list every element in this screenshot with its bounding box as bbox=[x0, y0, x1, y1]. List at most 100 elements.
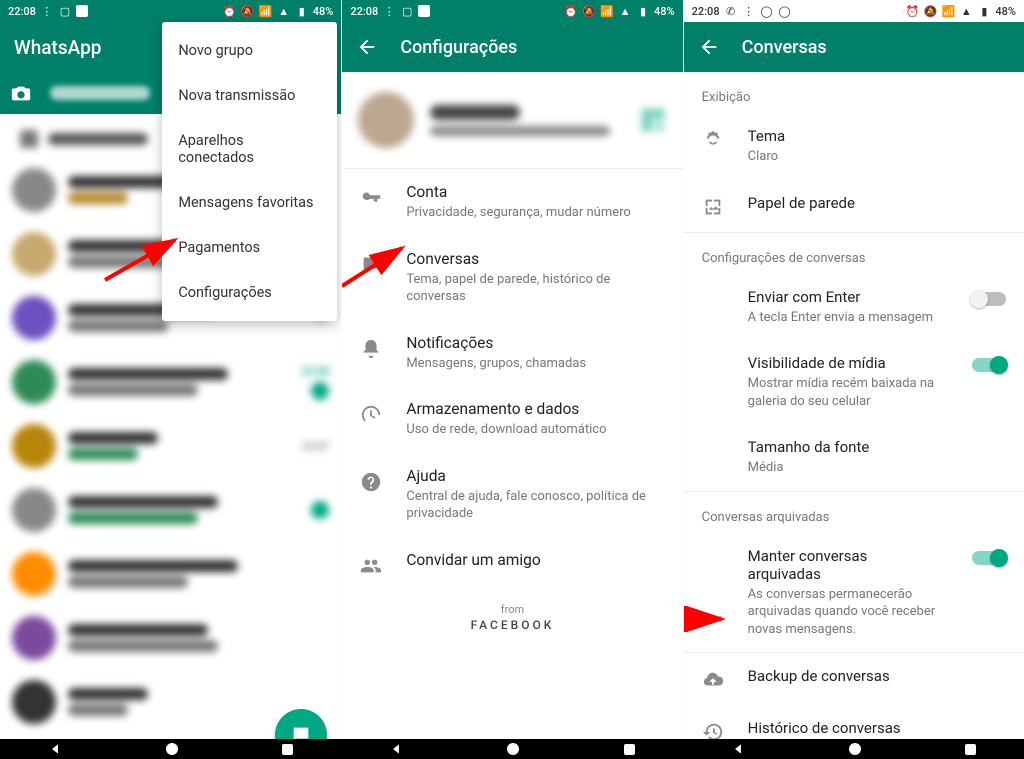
label: Conversas bbox=[406, 250, 664, 268]
chat-time: 22:08 bbox=[301, 365, 329, 378]
menu-configuracoes[interactable]: Configurações bbox=[162, 270, 337, 315]
setting-armazenamento[interactable]: Armazenamento e dados Uso de rede, downlo… bbox=[342, 386, 682, 453]
setting-conversas[interactable]: ConversasTema, papel de parede, históric… bbox=[342, 236, 682, 320]
setting-ajuda[interactable]: Ajuda Central de ajuda, fale conosco, pol… bbox=[342, 453, 682, 537]
nav-home-icon[interactable] bbox=[849, 743, 861, 755]
label: Convidar um amigo bbox=[406, 551, 664, 569]
setting-notificacoes[interactable]: NotificaçõesMensagens, grupos, chamadas bbox=[342, 320, 682, 387]
label: Ajuda bbox=[406, 467, 664, 485]
nav-recents-icon[interactable] bbox=[624, 744, 635, 755]
status-icon-generic: ◯ bbox=[760, 4, 774, 18]
nav-back-icon[interactable] bbox=[389, 742, 403, 756]
page-title: Conversas bbox=[742, 37, 827, 58]
tab-chats-blurred[interactable] bbox=[50, 86, 150, 100]
camera-icon[interactable] bbox=[10, 82, 32, 104]
brightness-icon bbox=[702, 129, 724, 151]
subtitle: Central de ajuda, fale conosco, política… bbox=[406, 488, 664, 523]
signal-icon: ▲ bbox=[618, 4, 632, 18]
alarm-icon: ⏰ bbox=[905, 4, 919, 18]
label: Papel de parede bbox=[748, 194, 998, 212]
subtitle: Mostrar mídia recém baixada na galeria d… bbox=[748, 375, 940, 410]
menu-novo-grupo[interactable]: Novo grupo bbox=[162, 28, 337, 73]
subtitle: Mensagens, grupos, chamadas bbox=[406, 355, 664, 373]
screen-settings: 22:08 ⋮ ▢ ⏰ 🔕 📶 ▲ ▮ 48% Configurações bbox=[341, 0, 682, 739]
setting-tamanho-fonte[interactable]: Tamanho da fonte Média bbox=[684, 424, 1024, 491]
setting-convidar[interactable]: Convidar um amigo bbox=[342, 537, 682, 591]
menu-nova-transmissao[interactable]: Nova transmissão bbox=[162, 73, 337, 118]
label: Conta bbox=[406, 183, 664, 201]
battery-icon: ▮ bbox=[295, 4, 309, 18]
qr-icon[interactable] bbox=[639, 106, 667, 134]
setting-conta[interactable]: ContaPrivacidade, segurança, mudar númer… bbox=[342, 169, 682, 236]
status-time: 22:08 bbox=[8, 5, 36, 18]
setting-manter-arquivadas[interactable]: Manter conversas arquivadasAs conversas … bbox=[684, 533, 1024, 653]
section-arquivadas: Conversas arquivadas bbox=[684, 492, 1024, 533]
screen-whatsapp-home: 22:08 ⋮ ▢ ⏰ 🔕 📶 ▲ ▮ 48% WhatsApp bbox=[0, 0, 341, 739]
label: Enviar com Enter bbox=[748, 288, 940, 306]
toggle-media[interactable] bbox=[972, 358, 1006, 372]
setting-papel-de-parede[interactable]: Papel de parede bbox=[684, 180, 1024, 232]
dnd-icon: 🔕 bbox=[582, 4, 596, 18]
alarm-icon: ⏰ bbox=[223, 4, 237, 18]
subtitle: A tecla Enter envia a mensagem bbox=[748, 309, 940, 327]
nav-back-icon[interactable] bbox=[731, 742, 745, 756]
data-icon bbox=[360, 404, 382, 426]
nav-recents-icon[interactable] bbox=[282, 744, 293, 755]
toggle-enter[interactable] bbox=[972, 292, 1006, 306]
nav-recents-icon[interactable] bbox=[965, 744, 976, 755]
status-icon-generic: ▢ bbox=[400, 4, 414, 18]
signal-icon: ▲ bbox=[959, 4, 973, 18]
menu-aparelhos-conectados[interactable]: Aparelhos conectados bbox=[162, 118, 337, 180]
value: Média bbox=[748, 459, 998, 477]
invite-icon bbox=[360, 555, 382, 577]
signal-icon: ▲ bbox=[277, 4, 291, 18]
label: Tamanho da fonte bbox=[748, 438, 998, 456]
setting-enviar-com-enter[interactable]: Enviar com Enter A tecla Enter envia a me… bbox=[684, 274, 1024, 341]
status-bar: 22:08 ⋮ ▢ ⏰ 🔕 📶 ▲ ▮ 48% bbox=[0, 0, 341, 22]
setting-visibilidade-midia[interactable]: Visibilidade de mídia Mostrar mídia recém… bbox=[684, 340, 1024, 424]
page-title: Configurações bbox=[400, 37, 517, 58]
setting-tema[interactable]: Tema Claro bbox=[684, 113, 1024, 180]
section-config-conversas: Configurações de conversas bbox=[684, 233, 1024, 274]
dnd-icon: 🔕 bbox=[241, 4, 255, 18]
label: Tema bbox=[748, 127, 998, 145]
subtitle: Uso de rede, download automático bbox=[406, 421, 664, 439]
status-time: 22:08 bbox=[350, 5, 378, 18]
back-icon[interactable] bbox=[698, 36, 720, 58]
status-icon-generic: ◯ bbox=[778, 4, 792, 18]
label: Manter conversas arquivadas bbox=[748, 547, 940, 583]
profile-row[interactable] bbox=[342, 72, 682, 168]
label: Visibilidade de mídia bbox=[748, 354, 940, 372]
nav-home-icon[interactable] bbox=[166, 743, 178, 755]
app-bar: Conversas bbox=[684, 22, 1024, 72]
alarm-icon: ⏰ bbox=[564, 4, 578, 18]
dnd-icon: 🔕 bbox=[923, 4, 937, 18]
label: Backup de conversas bbox=[748, 667, 998, 685]
value: Claro bbox=[748, 148, 998, 166]
key-icon bbox=[360, 187, 382, 209]
nav-back-icon[interactable] bbox=[48, 742, 62, 756]
menu-pagamentos[interactable]: Pagamentos bbox=[162, 225, 337, 270]
label: Histórico de conversas bbox=[748, 719, 998, 737]
setting-historico[interactable]: Histórico de conversas bbox=[684, 705, 1024, 739]
app-title: WhatsApp bbox=[14, 36, 101, 59]
status-icon-generic: ⋮ bbox=[742, 4, 756, 18]
toggle-archived[interactable] bbox=[972, 551, 1006, 565]
battery-percent: 48% bbox=[313, 5, 334, 18]
app-bar: Configurações bbox=[342, 22, 682, 72]
chat-icon bbox=[290, 724, 312, 739]
back-icon[interactable] bbox=[356, 36, 378, 58]
setting-backup[interactable]: Backup de conversas bbox=[684, 653, 1024, 705]
status-icon-generic: ⋮ bbox=[382, 4, 396, 18]
label: Armazenamento e dados bbox=[406, 400, 664, 418]
battery-percent: 48% bbox=[995, 5, 1016, 18]
status-icon-generic bbox=[76, 5, 88, 17]
menu-mensagens-favoritas[interactable]: Mensagens favoritas bbox=[162, 180, 337, 225]
from-facebook: from FACEBOOK bbox=[342, 591, 682, 672]
status-icon-generic: ⋮ bbox=[40, 4, 54, 18]
nav-home-icon[interactable] bbox=[507, 743, 519, 755]
wifi-icon: 📶 bbox=[259, 4, 273, 18]
subtitle: As conversas permanecerão arquivadas qua… bbox=[748, 586, 940, 639]
help-icon bbox=[360, 471, 382, 493]
avatar bbox=[358, 92, 414, 148]
